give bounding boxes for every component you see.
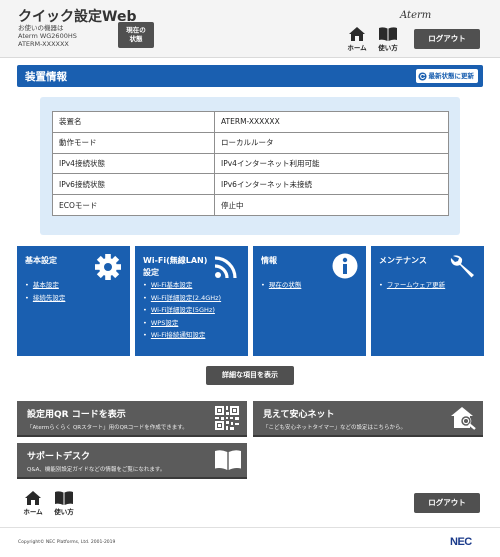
copyright: Copyright© NEC Platforms, Ltd. 2001-2019 xyxy=(18,540,116,545)
device-info-key: ECOモード xyxy=(52,194,215,216)
device-info-value: IPv6インターネット未接続 xyxy=(214,173,449,196)
device-info-value: 停止中 xyxy=(214,194,449,216)
section-title: 装置情報 xyxy=(25,71,67,83)
tile-links: 現在の状態 xyxy=(261,279,302,292)
device-name: ATERM-XXXXXX xyxy=(18,40,69,48)
card-title: 設定用QR コードを表示 xyxy=(27,410,126,420)
header: クイック設定Web お使いの機器は Aterm WG2600HS ATERM-X… xyxy=(0,0,500,58)
current-status-button[interactable]: 現在の 状態 xyxy=(118,22,154,48)
book-icon xyxy=(215,450,241,470)
home-search-icon xyxy=(451,407,476,430)
tile-title: Wi-Fi(無線LAN) 設定 xyxy=(143,256,208,277)
link-wifi-basic[interactable]: Wi-Fi基本設定 xyxy=(151,281,193,289)
link-current-status[interactable]: 現在の状態 xyxy=(269,281,302,289)
tile-links: Wi-Fi基本設定 Wi-Fi詳細設定(2.4GHz) Wi-Fi詳細設定(5G… xyxy=(143,279,221,342)
tile-basic-settings: 基本設定 基本設定 接続先設定 xyxy=(17,246,130,356)
tile-wifi-settings: Wi-Fi(無線LAN)設定 Wi-Fi基本設定 Wi-Fi詳細設定(2.4GH… xyxy=(135,246,248,356)
device-info-key: 動作モード xyxy=(52,131,215,154)
device-info-value: ATERM-XXXXXX xyxy=(214,111,449,133)
device-model: Aterm WG2600HS xyxy=(18,32,77,40)
qr-code-icon xyxy=(215,406,239,430)
link-wps-settings[interactable]: WPS設定 xyxy=(151,319,178,327)
device-info-row: IPv4接続状態 IPv4インターネット利用可能 xyxy=(52,152,449,175)
tile-title: メンテナンス xyxy=(379,256,427,265)
aterm-logo: Aterm xyxy=(400,10,432,21)
device-info-value: IPv4インターネット利用可能 xyxy=(214,152,449,175)
wifi-icon xyxy=(214,256,237,279)
link-wifi-detail-24ghz[interactable]: Wi-Fi詳細設定(2.4GHz) xyxy=(151,294,221,302)
wrench-icon xyxy=(450,255,474,278)
tile-title: 情報 xyxy=(261,256,277,265)
device-info-key: 装置名 xyxy=(52,111,215,133)
link-wifi-detail-5ghz[interactable]: Wi-Fi詳細設定(5GHz) xyxy=(151,306,215,314)
device-label: お使いの機器は xyxy=(18,24,64,32)
device-info-row: 装置名 ATERM-XXXXXX xyxy=(52,111,449,133)
footer-help-label: 使い方 xyxy=(54,508,74,516)
device-info-table: 装置名 ATERM-XXXXXX 動作モード ローカルルータ IPv4接続状態 IPv4イ… xyxy=(52,111,449,216)
refresh-icon xyxy=(417,71,427,81)
card-title: 見えて安心ネット xyxy=(263,410,335,420)
device-info-row: IPv6接続状態 IPv6インターネット未接続 xyxy=(52,173,449,196)
show-details-button[interactable]: 詳細な項目を表示 xyxy=(206,366,294,385)
mieru-anshin-net-card[interactable]: 見えて安心ネット 「こども安心ネットタイマー」などの設定はこちらから。 xyxy=(253,401,483,437)
nec-logo: NEC xyxy=(450,536,472,548)
support-desk-card[interactable]: サポートデスク Q&A、機能別設定ガイドなどの情報をご覧になれます。 xyxy=(17,443,247,479)
tile-title: 基本設定 xyxy=(25,256,57,265)
current-status-label: 現在の 状態 xyxy=(126,26,146,43)
card-description: 「Atermらくらく QRスタート」用のQRコードを作成できます。 xyxy=(27,425,188,431)
footer-divider xyxy=(0,527,500,528)
tile-links: ファームウェア更新 xyxy=(379,279,445,292)
card-description: 「こども安心ネットタイマー」などの設定はこちらから。 xyxy=(263,425,407,431)
link-wifi-notify[interactable]: Wi-Fi接続通知設定 xyxy=(151,331,206,339)
home-nav-label: ホーム xyxy=(347,44,367,52)
refresh-button[interactable]: 最新状態に更新 xyxy=(415,69,478,83)
gear-icon xyxy=(95,254,121,280)
footer-home-label: ホーム xyxy=(23,508,43,516)
refresh-label: 最新状態に更新 xyxy=(428,72,475,80)
device-info-row: 動作モード ローカルルータ xyxy=(52,131,449,154)
link-basic-settings[interactable]: 基本設定 xyxy=(33,281,59,289)
tile-maintenance: メンテナンス ファームウェア更新 xyxy=(371,246,484,356)
device-info-key: IPv4接続状態 xyxy=(52,152,215,175)
device-info-row: ECOモード 停止中 xyxy=(52,194,449,216)
card-title: サポートデスク xyxy=(27,452,91,462)
book-icon xyxy=(379,27,397,41)
help-nav-button[interactable]: 使い方 xyxy=(373,27,403,52)
footer-logout-button[interactable]: ログアウト xyxy=(414,493,480,513)
logout-button[interactable]: ログアウト xyxy=(414,29,480,49)
card-description: Q&A、機能別設定ガイドなどの情報をご覧になれます。 xyxy=(27,467,166,473)
footer-home-button[interactable]: ホーム xyxy=(18,491,48,516)
section-header: 装置情報 最新状態に更新 xyxy=(17,65,483,87)
link-connection-settings[interactable]: 接続先設定 xyxy=(33,294,66,302)
home-icon xyxy=(25,491,41,505)
link-firmware-update[interactable]: ファームウェア更新 xyxy=(387,281,445,289)
device-info-key: IPv6接続状態 xyxy=(52,173,215,196)
home-icon xyxy=(349,27,365,41)
tile-links: 基本設定 接続先設定 xyxy=(25,279,66,304)
device-info-panel: 装置名 ATERM-XXXXXX 動作モード ローカルルータ IPv4接続状態 IPv4イ… xyxy=(40,97,460,235)
info-icon xyxy=(332,253,358,279)
device-info-value: ローカルルータ xyxy=(214,131,449,154)
qr-code-card[interactable]: 設定用QR コードを表示 「Atermらくらく QRスタート」用のQRコードを作… xyxy=(17,401,247,437)
home-nav-button[interactable]: ホーム xyxy=(342,27,372,52)
help-nav-label: 使い方 xyxy=(378,44,398,52)
footer-help-button[interactable]: 使い方 xyxy=(49,491,79,516)
book-icon xyxy=(55,491,73,505)
tile-information: 情報 現在の状態 xyxy=(253,246,366,356)
